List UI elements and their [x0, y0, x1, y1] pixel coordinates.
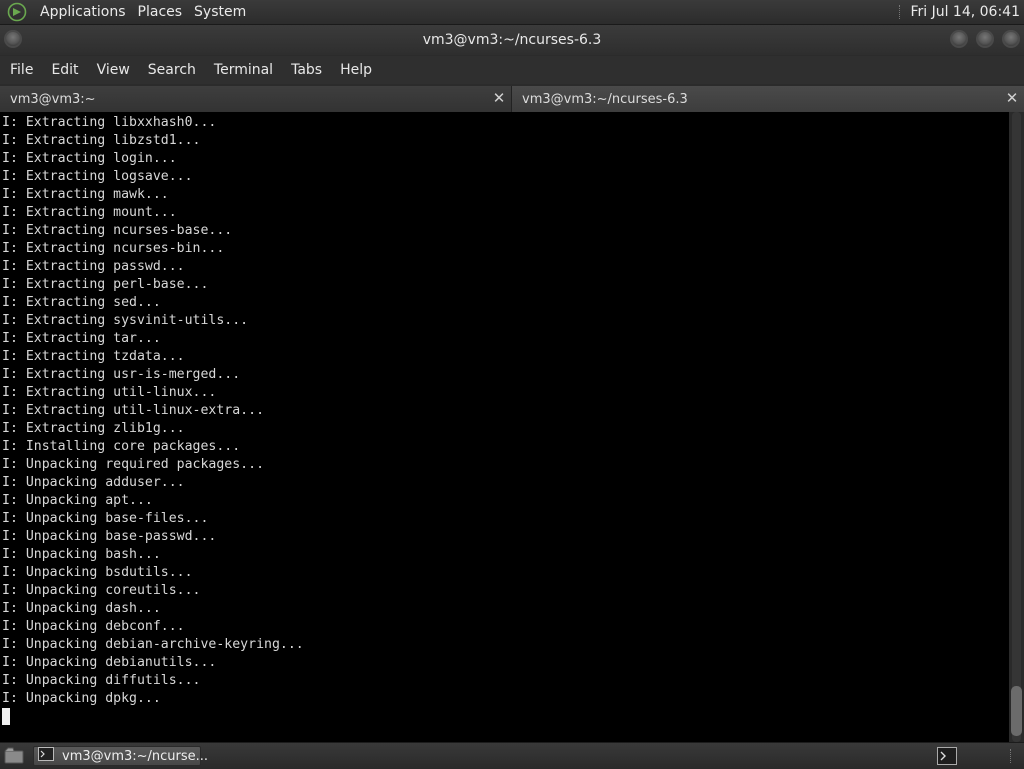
terminal-line: I: Unpacking debconf... [2, 619, 185, 634]
terminal-line: I: Unpacking adduser... [2, 475, 185, 490]
terminal-line: I: Unpacking debianutils... [2, 655, 217, 670]
terminal-line: I: Extracting sysvinit-utils... [2, 313, 249, 328]
close-tab-icon[interactable]: ✕ [1004, 89, 1020, 107]
clock[interactable]: Fri Jul 14, 06:41 [910, 4, 1020, 20]
terminal-line: I: Extracting mawk... [2, 187, 169, 202]
scrollbar-track[interactable] [1012, 112, 1021, 742]
terminal-line: I: Extracting ncurses-bin... [2, 241, 225, 256]
terminal-line: I: Extracting logsave... [2, 169, 193, 184]
terminal-view[interactable]: I: Extracting libxxhash0... I: Extracting… [0, 112, 1009, 742]
terminal-cursor [2, 708, 10, 725]
terminal-line: I: Unpacking diffutils... [2, 673, 201, 688]
system-menu[interactable]: System [188, 4, 252, 20]
taskbar-terminal-button[interactable]: vm3@vm3:~/ncurse... [33, 746, 208, 766]
terminal-line: I: Extracting util-linux-extra... [2, 403, 265, 418]
terminal-line: I: Extracting login... [2, 151, 177, 166]
tab-bar: vm3@vm3:~ ✕ vm3@vm3:~/ncurses-6.3 ✕ [0, 86, 1024, 112]
top-panel: Applications Places System Fri Jul 14, 0… [0, 0, 1024, 25]
terminal-line: I: Unpacking dpkg... [2, 691, 161, 706]
terminal-line: I: Extracting zlib1g... [2, 421, 185, 436]
terminal-scrollbar[interactable] [1009, 112, 1024, 742]
terminal-line: I: Unpacking base-files... [2, 511, 209, 526]
tab-label: vm3@vm3:~ [10, 91, 96, 107]
taskbar-button-label: vm3@vm3:~/ncurse... [62, 748, 209, 764]
bottom-panel: vm3@vm3:~/ncurse... [0, 742, 1024, 769]
terminal-prompt-line [2, 708, 1009, 726]
terminal-line: I: Extracting tzdata... [2, 349, 185, 364]
window-titlebar[interactable]: vm3@vm3:~/ncurses-6.3 [0, 25, 1024, 55]
terminal-line: I: Unpacking base-passwd... [2, 529, 217, 544]
places-menu[interactable]: Places [132, 4, 189, 20]
panel-separator [1010, 749, 1011, 763]
terminal-line: I: Extracting libzstd1... [2, 133, 201, 148]
terminal-line: I: Extracting mount... [2, 205, 177, 220]
distro-logo-icon[interactable] [6, 1, 28, 23]
tab-ncurses[interactable]: vm3@vm3:~/ncurses-6.3 ✕ [512, 86, 1024, 112]
terminal-line: I: Installing core packages... [2, 439, 241, 454]
terminal-line: I: Unpacking bsdutils... [2, 565, 193, 580]
tab-home[interactable]: vm3@vm3:~ ✕ [0, 86, 512, 112]
applications-menu[interactable]: Applications [34, 4, 132, 20]
terminal-output: I: Extracting libxxhash0... I: Extracting… [0, 112, 1009, 726]
terminal-line: I: Extracting libxxhash0... [2, 115, 217, 130]
terminal-line: I: Unpacking dash... [2, 601, 161, 616]
terminal-line: I: Extracting usr-is-merged... [2, 367, 241, 382]
menu-edit[interactable]: Edit [42, 62, 87, 78]
terminal-line: I: Extracting passwd... [2, 259, 185, 274]
terminal-line: I: Unpacking apt... [2, 493, 153, 508]
menu-tabs[interactable]: Tabs [282, 62, 331, 78]
menu-terminal[interactable]: Terminal [205, 62, 282, 78]
terminal-line: I: Extracting ncurses-base... [2, 223, 233, 238]
panel-separator [899, 5, 902, 19]
scrollbar-thumb[interactable] [1011, 686, 1022, 736]
terminal-line: I: Unpacking coreutils... [2, 583, 201, 598]
terminal-line: I: Extracting util-linux... [2, 385, 217, 400]
window-title: vm3@vm3:~/ncurses-6.3 [422, 32, 602, 48]
terminal-line: I: Unpacking bash... [2, 547, 161, 562]
menu-search[interactable]: Search [139, 62, 205, 78]
close-window-button[interactable] [1002, 30, 1020, 48]
terminal-line: I: Unpacking debian-archive-keyring... [2, 637, 304, 652]
minimize-button[interactable] [950, 30, 968, 48]
menubar: File Edit View Search Terminal Tabs Help [0, 56, 1024, 84]
maximize-button[interactable] [976, 30, 994, 48]
menu-help[interactable]: Help [331, 62, 381, 78]
terminal-line: I: Unpacking required packages... [2, 457, 265, 472]
terminal-icon [38, 747, 54, 765]
terminal-line: I: Extracting sed... [2, 295, 161, 310]
menu-file[interactable]: File [0, 62, 42, 78]
menu-view[interactable]: View [88, 62, 139, 78]
terminal-launcher-icon[interactable] [937, 747, 957, 769]
terminal-line: I: Extracting perl-base... [2, 277, 209, 292]
clock-area: Fri Jul 14, 06:41 [899, 0, 1020, 24]
window-menu-icon[interactable] [4, 30, 22, 48]
terminal-line: I: Extracting tar... [2, 331, 161, 346]
tab-label: vm3@vm3:~/ncurses-6.3 [522, 91, 688, 107]
close-tab-icon[interactable]: ✕ [491, 89, 507, 107]
show-desktop-icon[interactable] [4, 747, 24, 769]
